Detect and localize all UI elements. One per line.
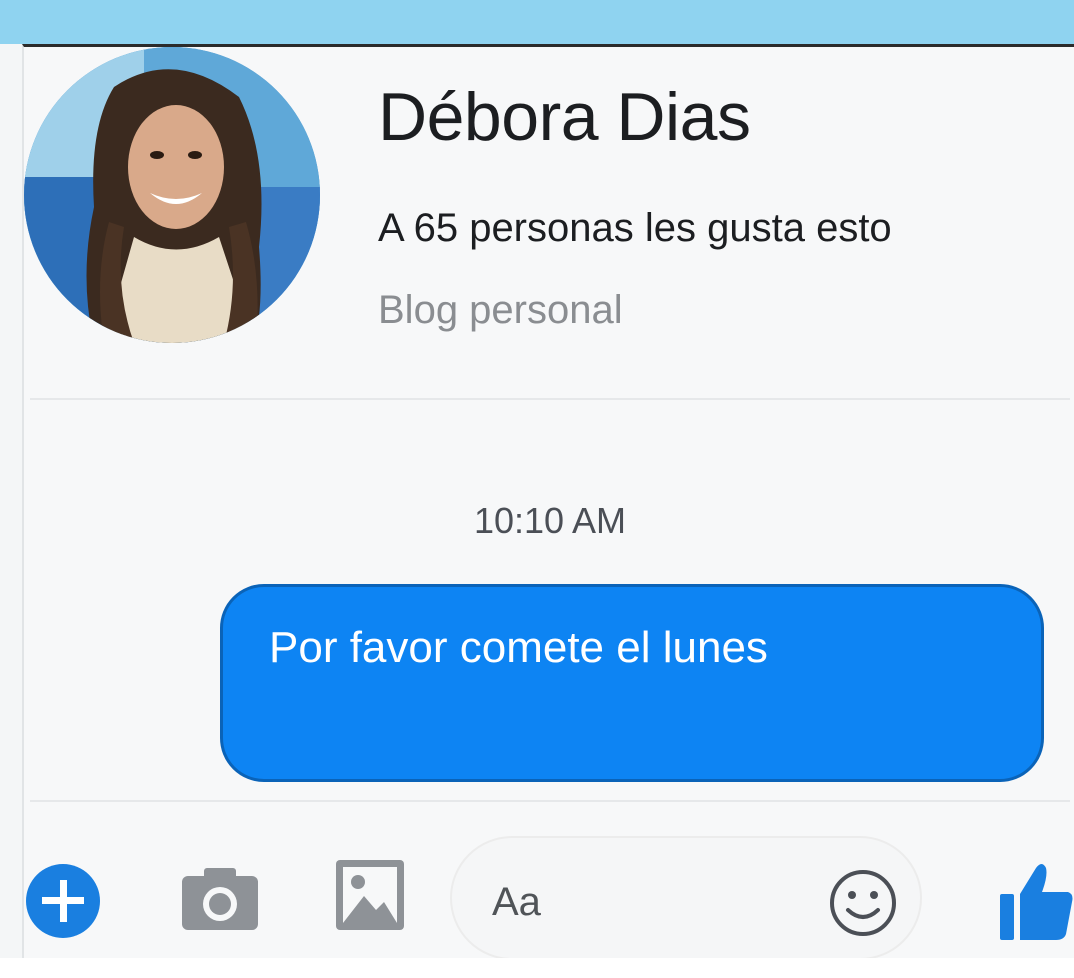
message-input[interactable]: Aa xyxy=(450,836,922,960)
likes-count: A 65 personas les gusta esto xyxy=(378,206,892,250)
plus-icon[interactable] xyxy=(24,862,102,940)
camera-icon[interactable] xyxy=(180,864,260,934)
divider xyxy=(30,800,1070,802)
top-bar xyxy=(0,0,1074,44)
message-bubble[interactable]: Por favor comete el lunes xyxy=(220,584,1044,782)
avatar[interactable] xyxy=(24,47,320,343)
avatar-photo xyxy=(24,47,320,343)
bottom-strip xyxy=(0,958,1074,978)
emoji-icon[interactable] xyxy=(828,868,898,938)
page-title: Débora Dias xyxy=(378,79,751,155)
message-timestamp: 10:10 AM xyxy=(473,500,627,541)
message-text: Por favor comete el lunes xyxy=(269,623,768,672)
page-category: Blog personal xyxy=(378,288,623,332)
divider xyxy=(30,398,1070,400)
image-icon[interactable] xyxy=(334,858,406,932)
like-icon[interactable] xyxy=(996,858,1074,944)
message-input-placeholder: Aa xyxy=(492,880,541,924)
